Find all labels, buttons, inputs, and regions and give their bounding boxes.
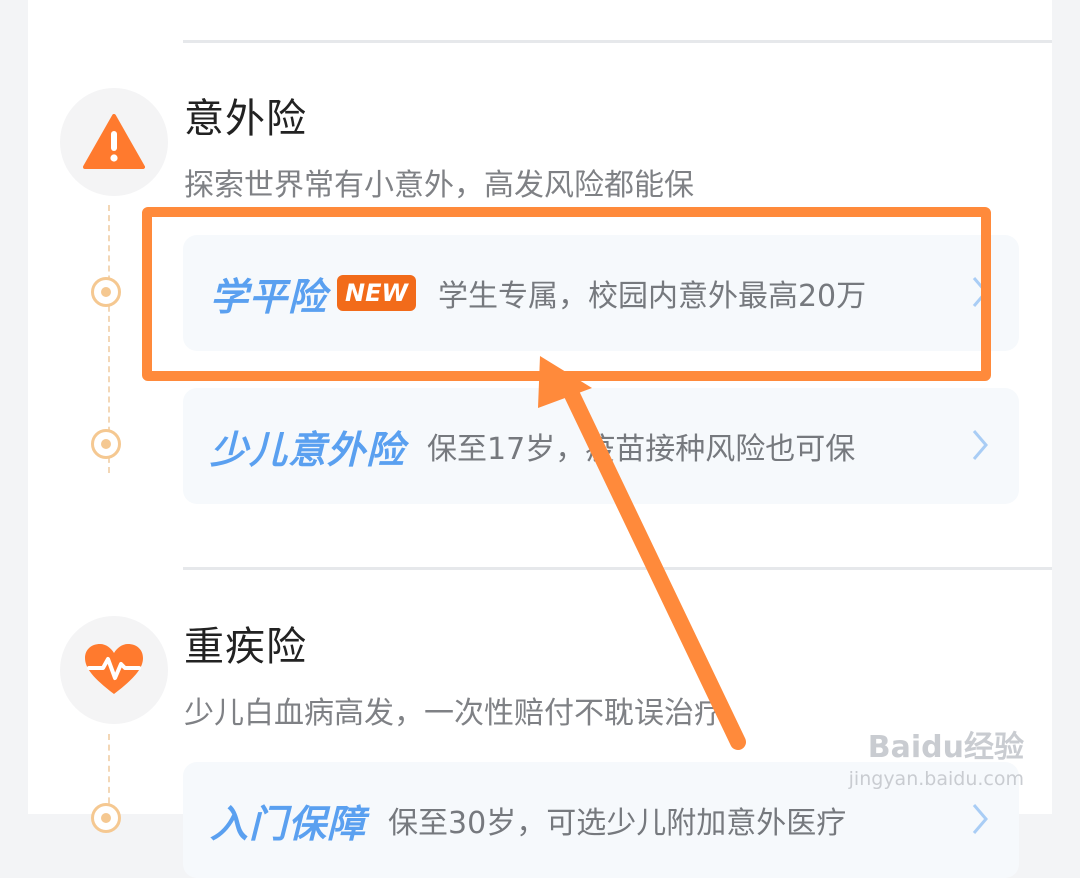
pointer-arrow-icon [538,356,746,750]
watermark-url: jingyan.baidu.com [848,768,1024,790]
watermark: Baidu经验 jingyan.baidu.com [849,722,1024,790]
watermark-brand: Baidu经验 [867,730,1024,765]
